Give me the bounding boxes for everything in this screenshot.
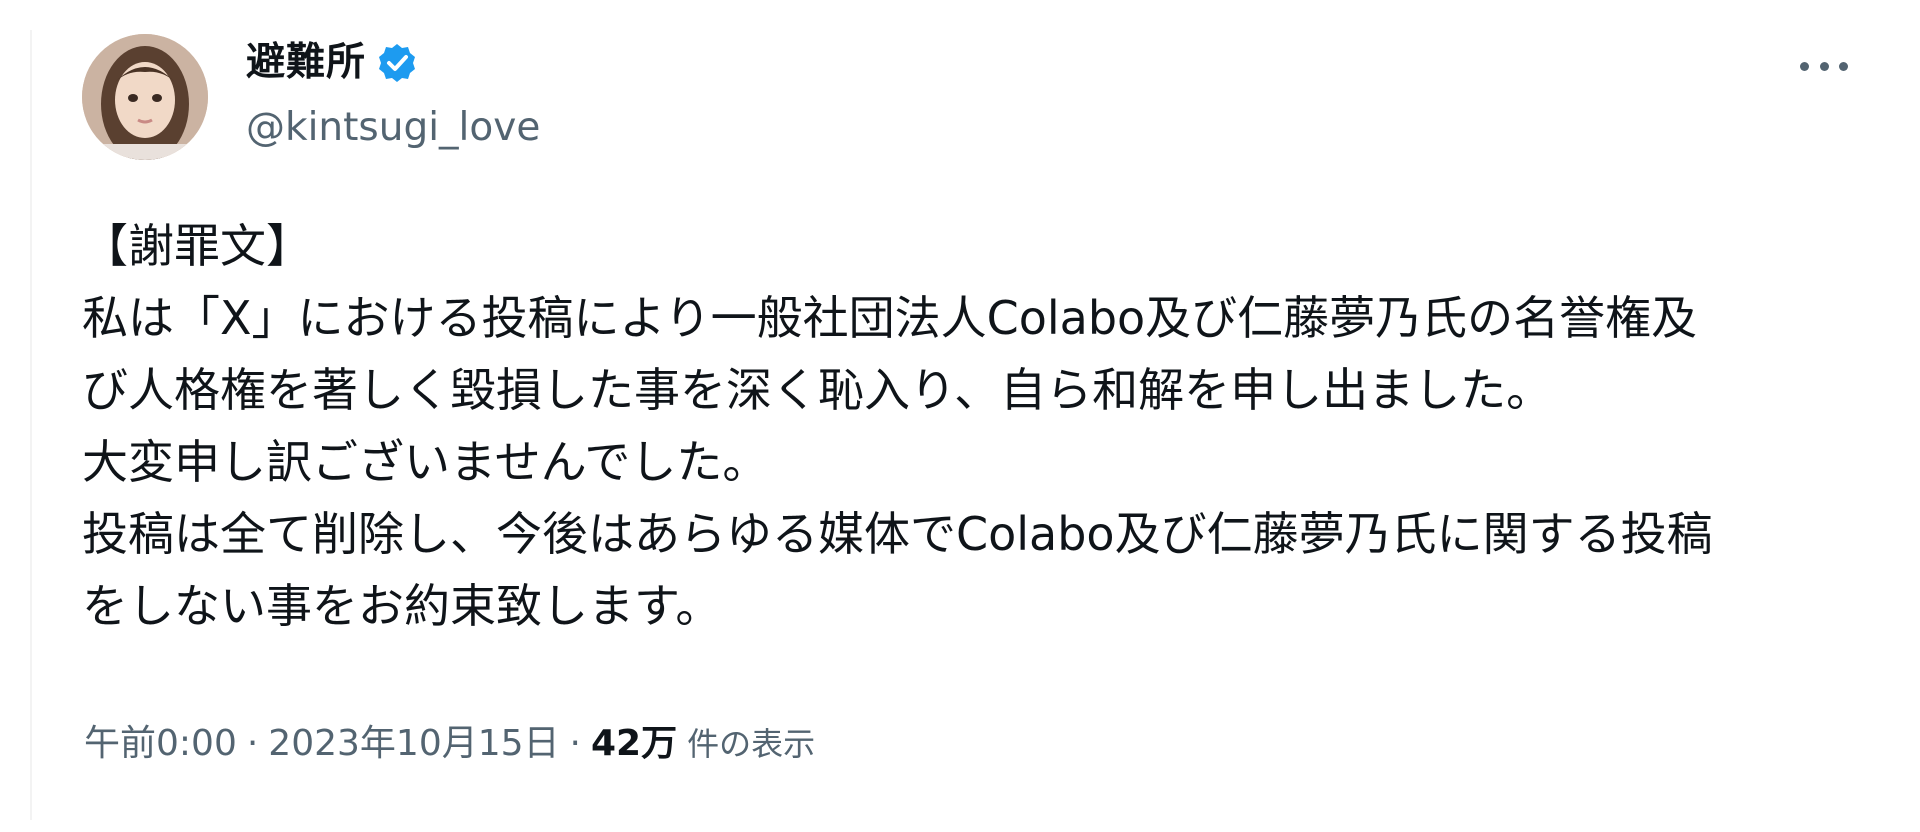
post-body-line: 投稿は全て削除し、今後はあらゆる媒体でColabo及び仁藤夢乃氏に関する投稿 bbox=[82, 507, 1713, 561]
post-body-line: 大変申し訳ございませんでした。 bbox=[82, 435, 769, 489]
meta-separator: · bbox=[246, 723, 259, 764]
verified-badge-icon bbox=[376, 42, 418, 84]
author-handle[interactable]: @kintsugi_love bbox=[246, 104, 540, 152]
more-dot bbox=[1839, 61, 1848, 71]
left-divider bbox=[30, 30, 32, 820]
more-dot bbox=[1800, 61, 1809, 71]
author-display-name[interactable]: 避難所 bbox=[246, 38, 366, 88]
more-options-icon[interactable] bbox=[1796, 46, 1852, 86]
views-label: 件の表示 bbox=[687, 725, 816, 763]
post-body-line: 私は「X」における投稿により一般社団法人Colabo及び仁藤夢乃氏の名誉権及 bbox=[82, 291, 1698, 345]
post-time[interactable]: 午前0:00 bbox=[84, 723, 237, 764]
author-avatar[interactable] bbox=[82, 34, 208, 160]
author-name-row: 避難所 bbox=[246, 38, 418, 88]
post-body: 【謝罪文】 私は「X」における投稿により一般社団法人Colabo及び仁藤夢乃氏の… bbox=[82, 210, 1862, 642]
meta-separator: · bbox=[569, 723, 581, 764]
views-count: 42万 bbox=[591, 723, 678, 764]
post-card: 避難所 @kintsugi_love 【謝罪文】 私は「X」における投稿により一… bbox=[0, 0, 1920, 832]
post-body-line: をしない事をお約束致します。 bbox=[82, 579, 722, 633]
post-body-line: 【謝罪文】 bbox=[82, 219, 312, 273]
more-dot bbox=[1819, 61, 1829, 71]
post-body-line: び人格権を著しく毀損した事を深く恥入り、自ら和解を申し出ました。 bbox=[82, 363, 1553, 417]
post-meta: 午前0:00 · 2023年10月15日 · 42万 件の表示 bbox=[84, 720, 815, 768]
post-date[interactable]: 2023年10月15日 bbox=[268, 723, 559, 764]
